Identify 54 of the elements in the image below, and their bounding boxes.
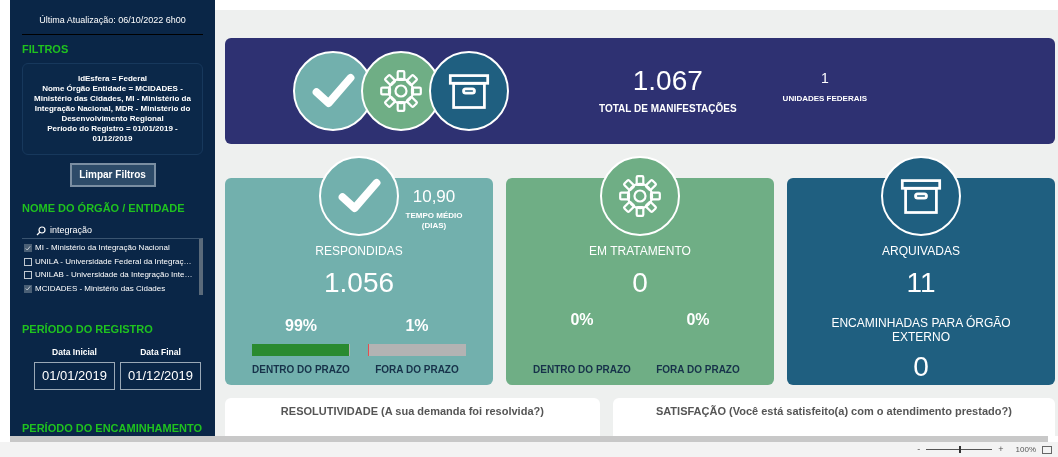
zoom-reading: 100% <box>1015 443 1036 456</box>
search-field[interactable]: integração <box>22 224 203 238</box>
search-icon <box>36 225 46 236</box>
card-title: RESPONDIDAS <box>315 242 403 260</box>
organization-option[interactable]: MCIDADES - Ministério das Cidades <box>22 281 199 296</box>
card-subvalue: 0 <box>913 349 929 384</box>
units-count: 1 <box>820 69 829 89</box>
card-value: 11 <box>906 265 936 300</box>
fit-to-page-icon[interactable] <box>1042 445 1052 454</box>
checkbox[interactable] <box>24 271 32 279</box>
section-title: PERÍODO DO ENCAMINHAMENTO <box>22 420 203 436</box>
zoom-slider-thumb[interactable] <box>959 446 962 453</box>
average-time: 10,90 <box>412 185 456 208</box>
deadline-label: FORA DO PRAZO <box>656 362 740 377</box>
organization-option[interactable]: MI - Ministério da Integração Nacional <box>22 241 199 255</box>
units-label: UNIDADES FEDERAIS <box>782 93 868 106</box>
total-label: TOTAL DE MANIFESTAÇÕES <box>599 101 737 117</box>
date-label: Data Inicial <box>52 345 97 359</box>
average-time-label: TEMPO MÉDIO (DIAS) <box>404 211 464 232</box>
panel-title: RESOLUTIVIDADE (A sua demanda foi resolvida?) <box>280 403 544 419</box>
checkbox[interactable] <box>24 257 32 266</box>
zoom-out-icon[interactable]: - <box>917 442 921 457</box>
card-value: 1.056 <box>323 265 395 300</box>
section-title: FILTROS <box>22 41 70 57</box>
card-title: EM TRATAMENTO <box>589 242 691 260</box>
horizontal-scrollbar[interactable] <box>10 436 1048 442</box>
date-label: Data Final <box>140 345 181 359</box>
card-title: ARQUIVADAS <box>882 242 960 260</box>
clear-filters-button[interactable]: Limpar Filtros <box>69 163 156 187</box>
percentage: 0% <box>570 309 594 330</box>
percentage: 99% <box>285 315 317 336</box>
organization-option[interactable]: UNILA - Universidade Federal da Integraç… <box>22 254 199 269</box>
last-update: Última Atualização: 06/10/2022 6h00 <box>38 14 187 27</box>
checkbox[interactable] <box>24 244 32 252</box>
percentage: 0% <box>686 309 710 330</box>
gear-icon <box>379 68 423 113</box>
checkbox[interactable] <box>24 284 32 293</box>
organization-option[interactable]: UNILAB - Universidade da Integração Inte… <box>22 268 199 282</box>
card-subtitle: ENCAMINHADAS PARA ÓRGÃO EXTERNO <box>830 315 1012 344</box>
section-title: PERÍODO DO REGISTRO <box>22 322 154 338</box>
percentage: 1% <box>405 315 429 336</box>
card-value: 0 <box>632 265 648 300</box>
date-field[interactable]: 01/12/2019 <box>120 361 201 390</box>
date-field[interactable]: 01/01/2019 <box>34 361 115 390</box>
filter-summary: IdEsfera = Federal Nome Órgão Entidade = MCIDADES - Ministério das Cidades, MI - Ministério da Integração Nacional, MDR - Ministério do Desenvolvimento Regional Período do Registro = 01/01/2019 - 01/12/2019 <box>22 63 203 156</box>
panel-title: SATISFAÇÃO (Você está satisfeito(a) com o atendimento prestado?) <box>655 403 1012 419</box>
zoom-in-icon[interactable]: + <box>998 442 1004 457</box>
section-title: NOME DO ÓRGÃO / ENTIDADE <box>22 200 186 216</box>
deadline-label: DENTRO DO PRAZO <box>533 362 631 377</box>
gear-icon <box>618 173 662 218</box>
deadline-label: DENTRO DO PRAZO <box>252 362 350 377</box>
total-count: 1.067 <box>632 65 703 98</box>
deadline-label: FORA DO PRAZO <box>375 362 459 377</box>
zoom-slider[interactable] <box>926 446 993 453</box>
